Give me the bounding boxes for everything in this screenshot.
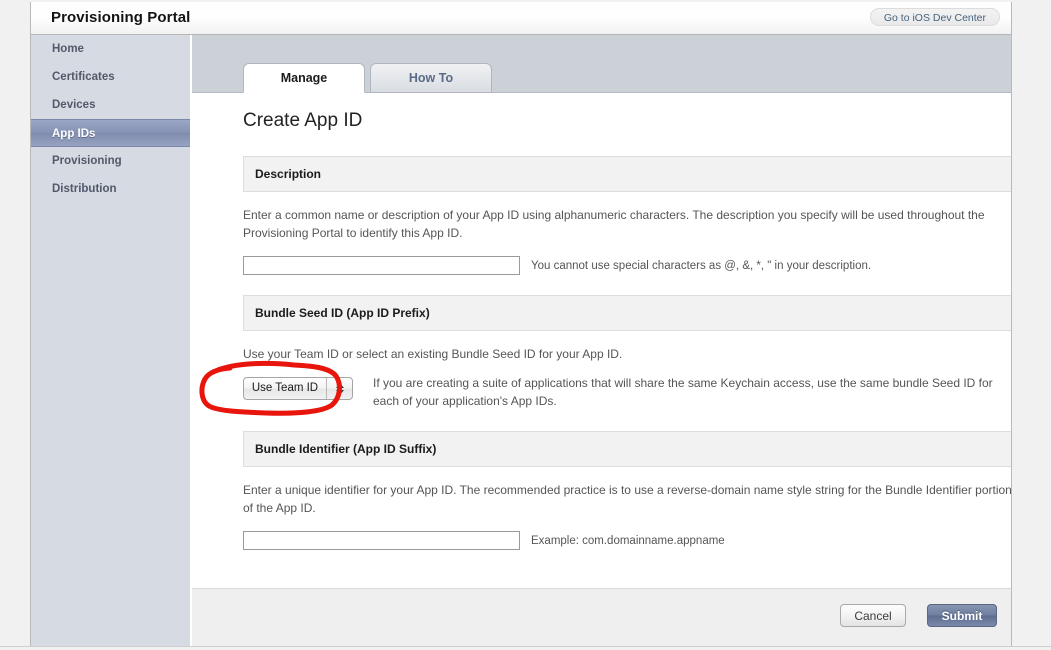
form-footer: Cancel Submit (192, 588, 1011, 646)
masthead: Provisioning Portal Go to iOS Dev Center (31, 2, 1011, 35)
tab-how-to[interactable]: How To (370, 63, 492, 93)
section-bundle-seed-id: Bundle Seed ID (App ID Prefix) Use your … (243, 295, 1011, 408)
description-paragraph: Enter a common name or description of yo… (243, 208, 985, 240)
section-bundle-identifier: Bundle Identifier (App ID Suffix) Enter … (243, 431, 1011, 550)
create-app-id-heading: Create App ID (243, 110, 363, 131)
bundle-seed-id-paragraph: Use your Team ID or select an existing B… (243, 347, 623, 361)
main-pane: Create App ID Description Enter a common… (192, 93, 1011, 588)
go-to-ios-dev-center-button[interactable]: Go to iOS Dev Center (869, 8, 1000, 26)
sidebar: Home Certificates Devices App IDs Provis… (31, 35, 191, 646)
bundle-seed-id-select[interactable]: Use Team ID (243, 377, 353, 400)
section-body-description: Enter a common name or description of yo… (243, 192, 1011, 275)
sidebar-item-app-ids[interactable]: App IDs (31, 119, 190, 147)
chevron-down-icon (335, 389, 344, 395)
sidebar-item-provisioning[interactable]: Provisioning (31, 147, 190, 175)
screenshot-root: Provisioning Portal Go to iOS Dev Center… (0, 0, 1051, 650)
section-header-bundle-seed-id: Bundle Seed ID (App ID Prefix) (243, 295, 1011, 331)
submit-button[interactable]: Submit (927, 604, 997, 627)
section-description: Description Enter a common name or descr… (243, 156, 1011, 275)
bundle-identifier-input[interactable] (243, 531, 520, 550)
sidebar-item-certificates[interactable]: Certificates (31, 63, 190, 91)
sidebar-item-distribution[interactable]: Distribution (31, 175, 190, 203)
stepper-arrows-icon (326, 378, 352, 399)
section-body-bundle-seed-id: Use your Team ID or select an existing B… (243, 331, 1011, 408)
sidebar-item-devices[interactable]: Devices (31, 91, 190, 119)
section-header-bundle-identifier: Bundle Identifier (App ID Suffix) (243, 431, 1011, 467)
tab-strip: Manage How To (192, 35, 1011, 93)
description-input[interactable] (243, 256, 520, 275)
bundle-identifier-paragraph: Enter a unique identifier for your App I… (243, 483, 1011, 515)
bundle-seed-id-select-wrap: Use Team ID (243, 377, 353, 400)
description-hint: You cannot use special characters as @, … (531, 259, 872, 272)
sidebar-item-home[interactable]: Home (31, 35, 190, 63)
bundle-seed-id-select-value: Use Team ID (251, 382, 319, 394)
body-split: Home Certificates Devices App IDs Provis… (31, 35, 1011, 646)
content-column: Manage How To Create App ID Description … (192, 35, 1011, 646)
description-field-row: You cannot use special characters as @, … (243, 256, 1011, 275)
window-bottom-strip (0, 646, 1051, 650)
section-body-bundle-identifier: Enter a unique identifier for your App I… (243, 467, 1011, 550)
chevron-up-icon (335, 382, 344, 388)
tab-manage[interactable]: Manage (243, 63, 365, 93)
bundle-seed-id-note: If you are creating a suite of applicati… (373, 376, 993, 408)
page-title: Provisioning Portal (51, 9, 191, 26)
bundle-seed-id-field-row: Use Team ID If you are creating a suite … (243, 376, 1011, 408)
portal-page: Provisioning Portal Go to iOS Dev Center… (30, 2, 1012, 647)
section-header-description: Description (243, 156, 1011, 192)
bundle-identifier-field-row: Example: com.domainname.appname (243, 531, 1011, 550)
cancel-button[interactable]: Cancel (840, 604, 906, 627)
bundle-identifier-hint: Example: com.domainname.appname (531, 534, 725, 547)
